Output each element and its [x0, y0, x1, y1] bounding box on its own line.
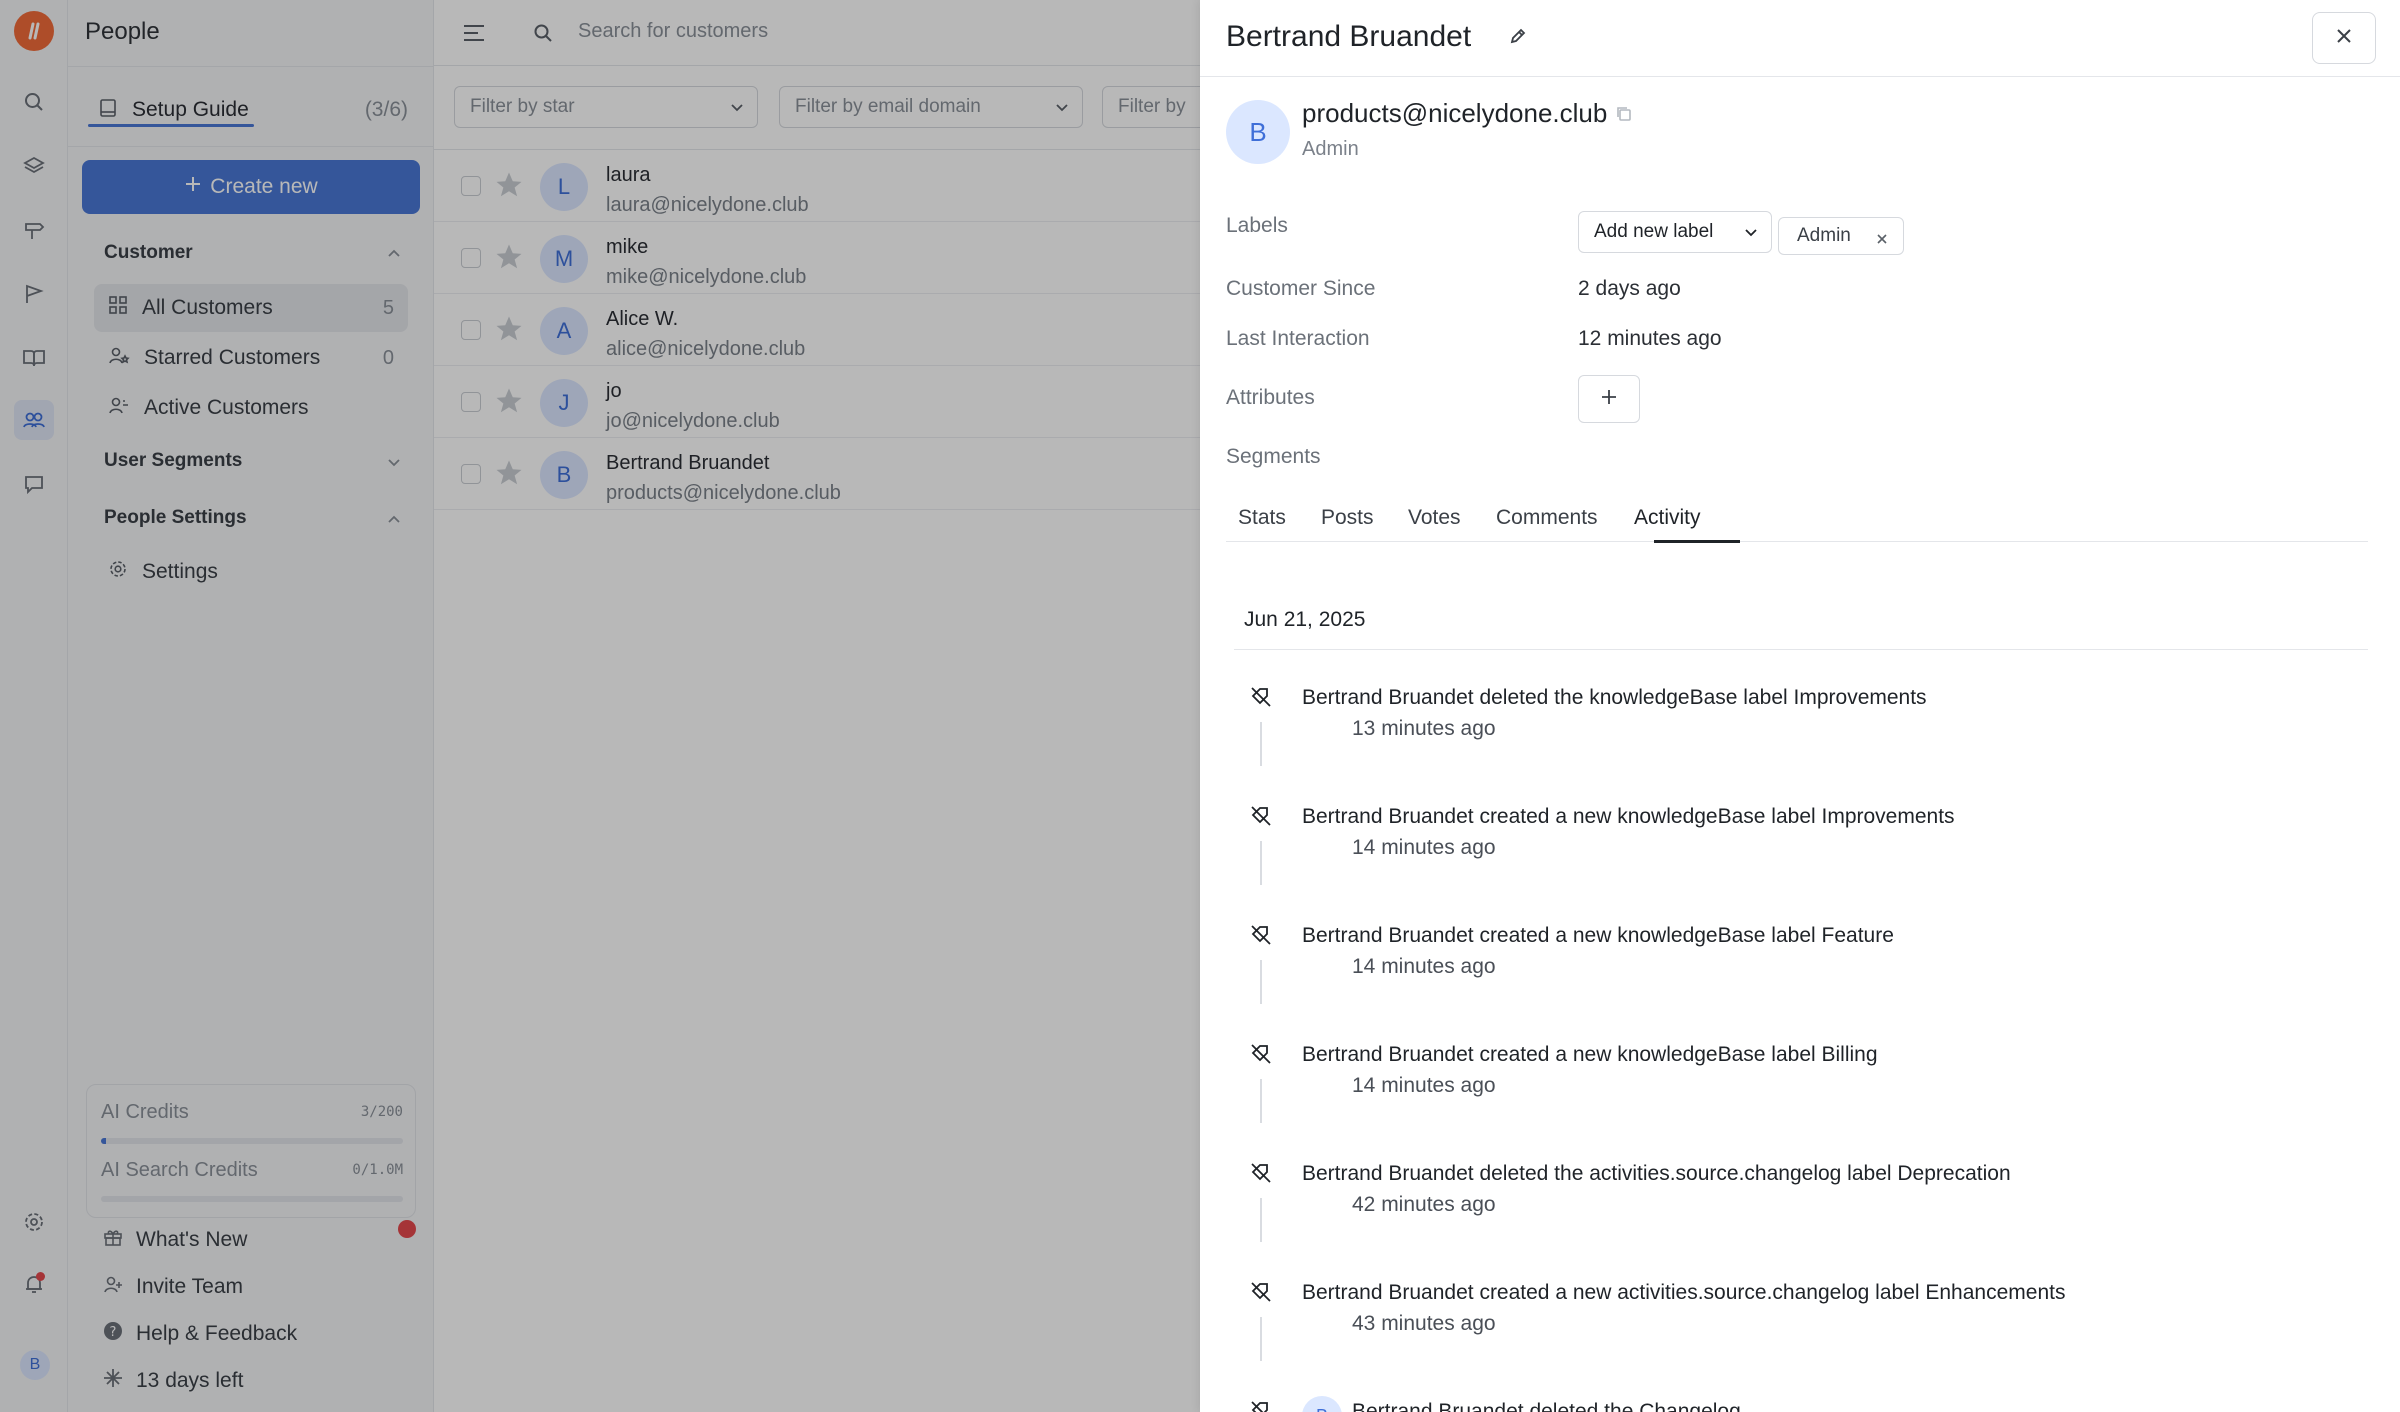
last-interaction-value: 12 minutes ago: [1578, 327, 1722, 350]
tag-off-icon: [1250, 805, 1272, 832]
attributes-key: Attributes: [1226, 386, 1315, 409]
last-interaction-key: Last Interaction: [1226, 327, 1370, 350]
plus-icon: [1600, 388, 1618, 411]
activity-text: Bertrand Bruandet deleted the knowledgeB…: [1302, 686, 1927, 709]
detail-tabs: Stats Posts Votes Comments Activity: [1226, 502, 2368, 543]
timeline-connector: [1260, 1198, 1262, 1242]
customer-detail-drawer: Bertrand Bruandet B products@nicelydone.…: [1200, 0, 2400, 1412]
add-new-label-select[interactable]: Add new label: [1578, 211, 1772, 253]
activity-text: Bertrand Bruandet deleted the activities…: [1302, 1162, 2011, 1185]
activity-date: Jun 21, 2025: [1244, 608, 1366, 631]
tag-off-icon: [1250, 1400, 1272, 1412]
activity-time: 43 minutes ago: [1352, 1312, 1496, 1335]
add-attribute-button[interactable]: [1578, 375, 1640, 423]
avatar: B: [1226, 100, 1290, 164]
chevron-down-icon: [1743, 224, 1759, 246]
divider: [1200, 76, 2400, 77]
customer-since-value: 2 days ago: [1578, 277, 1681, 300]
activity-time: 14 minutes ago: [1352, 1074, 1496, 1097]
timeline-connector: [1260, 722, 1262, 766]
pencil-icon[interactable]: [1508, 26, 1528, 51]
activity-text: Bertrand Bruandet deleted the Changelog: [1352, 1400, 1741, 1412]
add-new-label-text: Add new label: [1594, 221, 1714, 242]
tag-off-icon: [1250, 1162, 1272, 1189]
customer-email: products@nicelydone.club: [1302, 98, 1608, 128]
timeline-connector: [1260, 960, 1262, 1004]
activity-text: Bertrand Bruandet created a new knowledg…: [1302, 1043, 1878, 1066]
tab-posts[interactable]: Posts: [1321, 506, 1374, 530]
segments-key: Segments: [1226, 445, 1321, 468]
close-button[interactable]: [2312, 12, 2376, 64]
tab-stats[interactable]: Stats: [1238, 506, 1286, 530]
modal-backdrop[interactable]: [0, 0, 1200, 1412]
activity-time: 14 minutes ago: [1352, 955, 1496, 978]
active-tab-indicator: [1654, 540, 1740, 543]
label-chip: Admin: [1778, 217, 1904, 255]
tab-activity[interactable]: Activity: [1634, 506, 1701, 530]
tag-off-icon: [1250, 1281, 1272, 1308]
activity-text: Bertrand Bruandet created a new activiti…: [1302, 1281, 2066, 1304]
activity-time: 13 minutes ago: [1352, 717, 1496, 740]
divider: [1234, 649, 2368, 650]
activity-text: Bertrand Bruandet created a new knowledg…: [1302, 805, 1955, 828]
copy-icon[interactable]: [1614, 104, 1634, 129]
customer-role: Admin: [1302, 138, 1359, 160]
tab-comments[interactable]: Comments: [1496, 506, 1598, 530]
label-chip-text: Admin: [1797, 225, 1851, 246]
tag-off-icon: [1250, 924, 1272, 951]
customer-since-key: Customer Since: [1226, 277, 1376, 300]
close-icon: [2334, 26, 2354, 51]
tag-off-icon: [1250, 686, 1272, 713]
labels-key: Labels: [1226, 214, 1288, 237]
timeline-connector: [1260, 841, 1262, 885]
customer-name-title: Bertrand Bruandet: [1226, 20, 1472, 53]
timeline-connector: [1260, 1317, 1262, 1361]
activity-text: Bertrand Bruandet created a new knowledg…: [1302, 924, 1894, 947]
tag-off-icon: [1250, 1043, 1272, 1070]
timeline-connector: [1260, 1079, 1262, 1123]
tab-votes[interactable]: Votes: [1408, 506, 1461, 530]
activity-time: 42 minutes ago: [1352, 1193, 1496, 1216]
activity-time: 14 minutes ago: [1352, 836, 1496, 859]
remove-label-icon[interactable]: [1875, 230, 1889, 252]
avatar: B: [1302, 1396, 1342, 1412]
